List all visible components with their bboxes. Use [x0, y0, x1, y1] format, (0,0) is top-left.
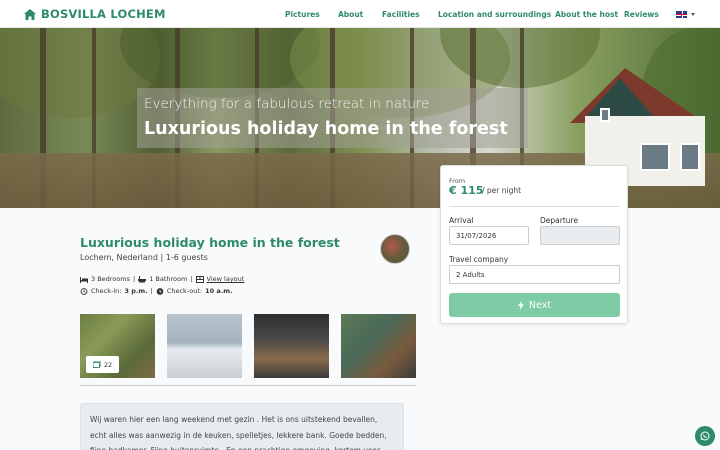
- listing-facts: 3 Bedrooms | 1 Bathroom | View layout: [80, 275, 244, 283]
- nav-about[interactable]: About: [338, 10, 363, 19]
- whatsapp-icon: [700, 431, 710, 441]
- section-divider: [80, 385, 416, 386]
- departure-date-input[interactable]: [540, 226, 620, 245]
- checkin-checkout: Check-in: 3 p.m. | Check-out: 10 a.m.: [80, 287, 233, 295]
- review-card: Wij waren hier een lang weekend met gezi…: [80, 403, 404, 450]
- bolt-icon: [517, 300, 524, 310]
- host-avatar[interactable]: [380, 234, 410, 264]
- photo-count-badge[interactable]: 22: [86, 356, 119, 373]
- brand-logo[interactable]: BOSVILLA LOCHEM: [24, 7, 166, 21]
- bath-icon: [138, 275, 147, 282]
- checkout-time: 10 a.m.: [205, 287, 233, 295]
- arrival-label: Arrival: [449, 216, 474, 225]
- listing-location: Lochem, Nederland | 1-6 guests: [80, 253, 208, 262]
- images-icon: [92, 361, 101, 368]
- layout-icon: [195, 275, 204, 283]
- view-layout-link[interactable]: View layout: [207, 275, 245, 283]
- photo-count: 22: [103, 360, 113, 369]
- clock-filled-icon: [156, 287, 164, 295]
- review-text: Wij waren hier een lang weekend met gezi…: [90, 415, 387, 450]
- bedrooms-count: 3 Bedrooms: [91, 275, 130, 283]
- arrival-date-input[interactable]: 31/07/2026: [449, 226, 529, 245]
- checkin-time: 3 p.m.: [124, 287, 148, 295]
- nav-about-host[interactable]: About the host: [555, 10, 618, 19]
- bathroom-count: 1 Bathroom: [149, 275, 188, 283]
- checkout-label: Check-out:: [166, 287, 203, 295]
- nav-pictures[interactable]: Pictures: [285, 10, 320, 19]
- nav-facilities[interactable]: Facilities: [382, 10, 420, 19]
- next-button[interactable]: Next: [449, 293, 620, 317]
- chevron-down-icon[interactable]: [691, 13, 695, 16]
- next-button-label: Next: [528, 299, 552, 311]
- departure-label: Departure: [540, 216, 579, 225]
- whatsapp-button[interactable]: [695, 426, 715, 446]
- price-per-night: / per night: [482, 186, 522, 195]
- top-navigation-bar: BOSVILLA LOCHEM Pictures About Facilitie…: [0, 0, 720, 28]
- clock-icon: [80, 287, 88, 295]
- travel-company-select[interactable]: 2 Adults: [449, 265, 620, 284]
- nav-location[interactable]: Location and surroundings: [438, 10, 551, 19]
- photo-thumbnail-bedroom[interactable]: [167, 314, 242, 378]
- home-icon: [24, 8, 36, 20]
- travel-company-label: Travel company: [449, 255, 509, 264]
- booking-divider: [449, 206, 620, 207]
- brand-name: BOSVILLA LOCHEM: [41, 7, 166, 21]
- hero-title: Luxurious holiday home in the forest: [144, 119, 508, 139]
- photo-thumbnail-kitchen[interactable]: [254, 314, 329, 378]
- photo-thumbnail-living-room[interactable]: [341, 314, 416, 378]
- booking-widget: From € 115 / per night Arrival 31/07/202…: [440, 165, 628, 324]
- bed-icon: [80, 276, 88, 283]
- price-value: € 115: [449, 184, 484, 197]
- checkin-label: Check-in:: [91, 287, 122, 295]
- nav-reviews[interactable]: Reviews: [624, 10, 659, 19]
- listing-title: Luxurious holiday home in the forest: [80, 235, 340, 250]
- hero-subtitle: Everything for a fabulous retreat in nat…: [144, 96, 430, 112]
- uk-flag-icon[interactable]: [676, 11, 687, 18]
